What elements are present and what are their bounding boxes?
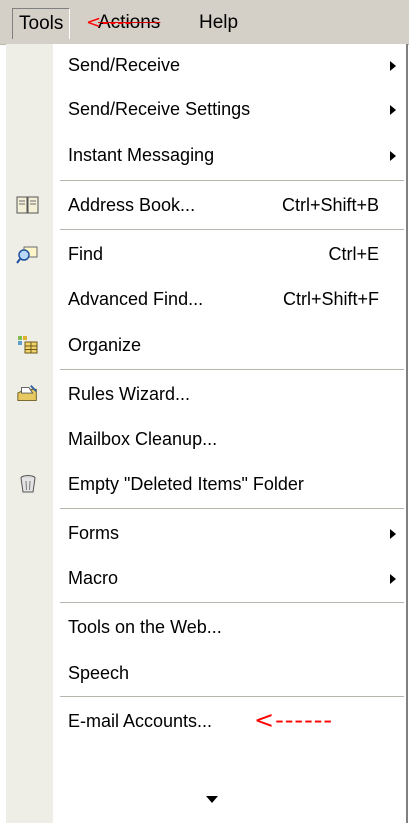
menu-tools[interactable]: Tools — [12, 8, 71, 39]
menu-item-advanced-find[interactable]: Advanced Find... Ctrl+Shift+F — [6, 278, 404, 320]
menu-item-label: Organize — [68, 335, 142, 355]
menu-separator — [60, 508, 404, 510]
menu-item-label: E-mail Accounts... — [68, 711, 213, 731]
menu-item-label: Tools on the Web... — [68, 617, 222, 637]
menu-item-macro[interactable]: Macro — [6, 557, 404, 599]
organize-icon — [16, 333, 40, 357]
menu-bar: Tools Actions <---- Help — [0, 0, 409, 45]
shortcut-label: Ctrl+E — [328, 244, 379, 264]
submenu-arrow-icon — [390, 574, 396, 584]
submenu-arrow-icon — [390, 61, 396, 71]
menu-item-organize[interactable]: Organize — [6, 324, 404, 366]
menu-separator — [60, 229, 404, 231]
menu-item-address-book[interactable]: Address Book... Ctrl+Shift+B — [6, 184, 404, 226]
menu-item-label: Address Book... — [68, 195, 196, 215]
menu-help[interactable]: Help — [199, 10, 238, 36]
menu-item-forms[interactable]: Forms — [6, 512, 404, 554]
menu-item-email-accounts[interactable]: E-mail Accounts... — [6, 700, 404, 742]
menu-item-label: Mailbox Cleanup... — [68, 429, 218, 449]
menu-separator — [60, 696, 404, 698]
menu-separator — [60, 369, 404, 371]
menu-item-label: Instant Messaging — [68, 145, 215, 165]
trash-icon — [16, 472, 40, 496]
menu-item-label: Speech — [68, 663, 130, 683]
menu-item-label: Send/Receive — [68, 55, 181, 75]
menu-item-instant-messaging[interactable]: Instant Messaging — [6, 134, 404, 176]
menu-separator — [60, 180, 404, 182]
menu-item-empty-deleted-items[interactable]: Empty "Deleted Items" Folder — [6, 463, 404, 505]
menu-item-rules-wizard[interactable]: Rules Wizard... — [6, 373, 404, 415]
menu-separator — [60, 602, 404, 604]
menu-item-speech[interactable]: Speech — [6, 652, 404, 694]
annotation-arrow-bottom: <------ — [254, 706, 334, 734]
submenu-arrow-icon — [390, 529, 396, 539]
find-icon — [16, 242, 40, 266]
address-book-icon — [16, 193, 40, 217]
shortcut-label: Ctrl+Shift+F — [282, 289, 379, 309]
menu-item-label: Find — [68, 244, 104, 264]
menu-item-label: Rules Wizard... — [68, 384, 191, 404]
expand-menu-chevron-icon[interactable] — [206, 796, 218, 803]
menu-item-label: Empty "Deleted Items" Folder — [68, 474, 304, 494]
shortcut-label: Ctrl+Shift+B — [281, 195, 379, 215]
tools-dropdown-menu: Send/Receive Send/Receive Settings Insta… — [6, 44, 408, 823]
annotation-arrow-top: <---- — [86, 12, 133, 33]
menu-item-tools-on-the-web[interactable]: Tools on the Web... — [6, 606, 404, 648]
menu-item-find[interactable]: Find Ctrl+E — [6, 233, 404, 275]
menu-item-send-receive[interactable]: Send/Receive — [6, 44, 404, 86]
menu-item-label: Advanced Find... — [68, 289, 204, 309]
submenu-arrow-icon — [390, 151, 396, 161]
rules-wizard-icon — [16, 382, 40, 406]
menu-item-send-receive-settings[interactable]: Send/Receive Settings — [6, 88, 404, 130]
menu-item-label: Macro — [68, 568, 119, 588]
menu-item-mailbox-cleanup[interactable]: Mailbox Cleanup... — [6, 418, 404, 460]
menu-item-label: Send/Receive Settings — [68, 99, 251, 119]
submenu-arrow-icon — [390, 105, 396, 115]
menu-item-label: Forms — [68, 523, 119, 543]
